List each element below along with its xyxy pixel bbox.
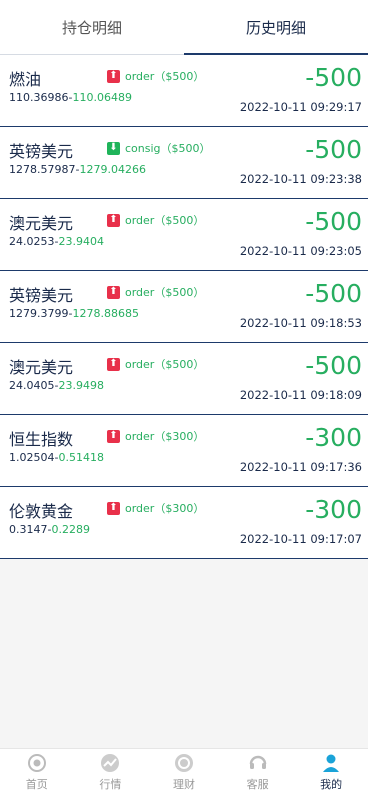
nav-service[interactable]: 客服 <box>221 749 295 794</box>
history-list: 燃油 ⬆ order（$500） 110.36986-110.06489 -50… <box>0 55 368 559</box>
arrow-up-icon: ⬆ <box>107 501 120 515</box>
profit-amount: -500 <box>305 135 362 164</box>
profit-amount: -300 <box>305 495 362 524</box>
tab-holdings[interactable]: 持仓明细 <box>0 0 184 54</box>
profit-amount: -500 <box>305 351 362 380</box>
price-range: 1.02504-0.51418 <box>9 451 104 464</box>
open-price: 1279.3799 <box>9 307 69 320</box>
instrument-name: 英镑美元 <box>9 142 74 161</box>
open-price: 1278.57987 <box>9 163 76 176</box>
order-badge: ⬆ order（$500） <box>107 212 204 228</box>
instrument-name: 恒生指数 <box>9 430 74 449</box>
close-price: 1278.88685 <box>72 307 139 320</box>
open-price: 24.0405 <box>9 379 55 392</box>
instrument-name: 澳元美元 <box>9 358 74 377</box>
bottom-nav: 首页 行情 理财 客服 我的 <box>0 748 368 794</box>
nav-market[interactable]: 行情 <box>74 749 148 794</box>
close-price: 1279.04266 <box>79 163 146 176</box>
close-price: 23.9498 <box>58 379 104 392</box>
order-badge-label: consig（$500） <box>125 142 211 155</box>
trade-time: 2022-10-11 09:29:17 <box>239 100 362 114</box>
tab-holdings-label: 持仓明细 <box>61 18 122 37</box>
open-price: 24.0253 <box>9 235 55 248</box>
arrow-up-icon: ⬆ <box>107 69 120 83</box>
history-row[interactable]: 燃油 ⬆ order（$500） 110.36986-110.06489 -50… <box>0 55 368 127</box>
trade-time: 2022-10-11 09:18:53 <box>239 316 362 330</box>
trade-time: 2022-10-11 09:18:09 <box>239 388 362 402</box>
arrow-down-icon: ⬇ <box>107 141 120 155</box>
instrument-name: 澳元美元 <box>9 214 74 233</box>
tab-history-label: 历史明细 <box>245 18 306 37</box>
nav-profile[interactable]: 我的 <box>294 749 368 794</box>
close-price: 23.9404 <box>58 235 104 248</box>
profit-amount: -500 <box>305 207 362 236</box>
history-row[interactable]: 英镑美元 ⬇ consig（$500） 1278.57987-1279.0426… <box>0 127 368 199</box>
close-price: 0.2289 <box>51 523 90 536</box>
open-price: 0.3147 <box>9 523 48 536</box>
trade-time: 2022-10-11 09:17:07 <box>239 532 362 546</box>
order-badge: ⬆ order（$500） <box>107 284 204 300</box>
order-badge: ⬆ order（$300） <box>107 500 204 516</box>
order-badge: ⬆ order（$300） <box>107 428 204 444</box>
nav-finance[interactable]: 理财 <box>147 749 221 794</box>
close-price: 110.06489 <box>72 91 132 104</box>
nav-service-label: 客服 <box>246 778 269 791</box>
trade-time: 2022-10-11 09:23:38 <box>239 172 362 186</box>
price-range: 24.0253-23.9404 <box>9 235 104 248</box>
order-badge-label: order（$500） <box>125 358 205 371</box>
finance-icon <box>174 754 193 772</box>
nav-market-label: 行情 <box>99 778 122 791</box>
nav-profile-label: 我的 <box>320 778 343 791</box>
service-icon <box>249 755 266 769</box>
close-price: 0.51418 <box>58 451 104 464</box>
nav-finance-label: 理财 <box>172 778 195 791</box>
trade-time: 2022-10-11 09:17:36 <box>239 460 362 474</box>
order-badge-label: order（$500） <box>125 214 205 227</box>
profit-amount: -500 <box>305 63 362 92</box>
price-range: 24.0405-23.9498 <box>9 379 104 392</box>
arrow-up-icon: ⬆ <box>107 357 120 371</box>
profit-amount: -500 <box>305 279 362 308</box>
history-row[interactable]: 英镑美元 ⬆ order（$500） 1279.3799-1278.88685 … <box>0 271 368 343</box>
order-badge-label: order（$500） <box>125 286 205 299</box>
history-row[interactable]: 伦敦黄金 ⬆ order（$300） 0.3147-0.2289 -300 20… <box>0 487 368 559</box>
order-badge-label: order（$300） <box>125 430 205 443</box>
open-price: 110.36986 <box>9 91 69 104</box>
order-badge: ⬇ consig（$500） <box>107 140 211 156</box>
history-row[interactable]: 澳元美元 ⬆ order（$500） 24.0253-23.9404 -500 … <box>0 199 368 271</box>
price-range: 1278.57987-1279.04266 <box>9 163 146 176</box>
price-range: 0.3147-0.2289 <box>9 523 90 536</box>
arrow-up-icon: ⬆ <box>107 429 120 443</box>
home-icon <box>27 754 46 772</box>
nav-home-label: 首页 <box>25 778 48 791</box>
price-range: 110.36986-110.06489 <box>9 91 132 104</box>
trade-time: 2022-10-11 09:23:05 <box>239 244 362 258</box>
profile-icon <box>323 754 340 772</box>
detail-tabs: 持仓明细 历史明细 <box>0 0 368 55</box>
instrument-name: 燃油 <box>9 70 42 89</box>
instrument-name: 伦敦黄金 <box>9 502 74 521</box>
profit-amount: -300 <box>305 423 362 452</box>
nav-home[interactable]: 首页 <box>0 749 74 794</box>
tab-history[interactable]: 历史明细 <box>184 0 368 55</box>
open-price: 1.02504 <box>9 451 55 464</box>
instrument-name: 英镑美元 <box>9 286 74 305</box>
market-icon <box>101 754 120 772</box>
arrow-up-icon: ⬆ <box>107 213 120 227</box>
history-row[interactable]: 澳元美元 ⬆ order（$500） 24.0405-23.9498 -500 … <box>0 343 368 415</box>
history-row[interactable]: 恒生指数 ⬆ order（$300） 1.02504-0.51418 -300 … <box>0 415 368 487</box>
order-badge-label: order（$500） <box>125 70 205 83</box>
order-badge-label: order（$300） <box>125 502 205 515</box>
order-badge: ⬆ order（$500） <box>107 356 204 372</box>
arrow-up-icon: ⬆ <box>107 285 120 299</box>
order-badge: ⬆ order（$500） <box>107 68 204 84</box>
price-range: 1279.3799-1278.88685 <box>9 307 139 320</box>
